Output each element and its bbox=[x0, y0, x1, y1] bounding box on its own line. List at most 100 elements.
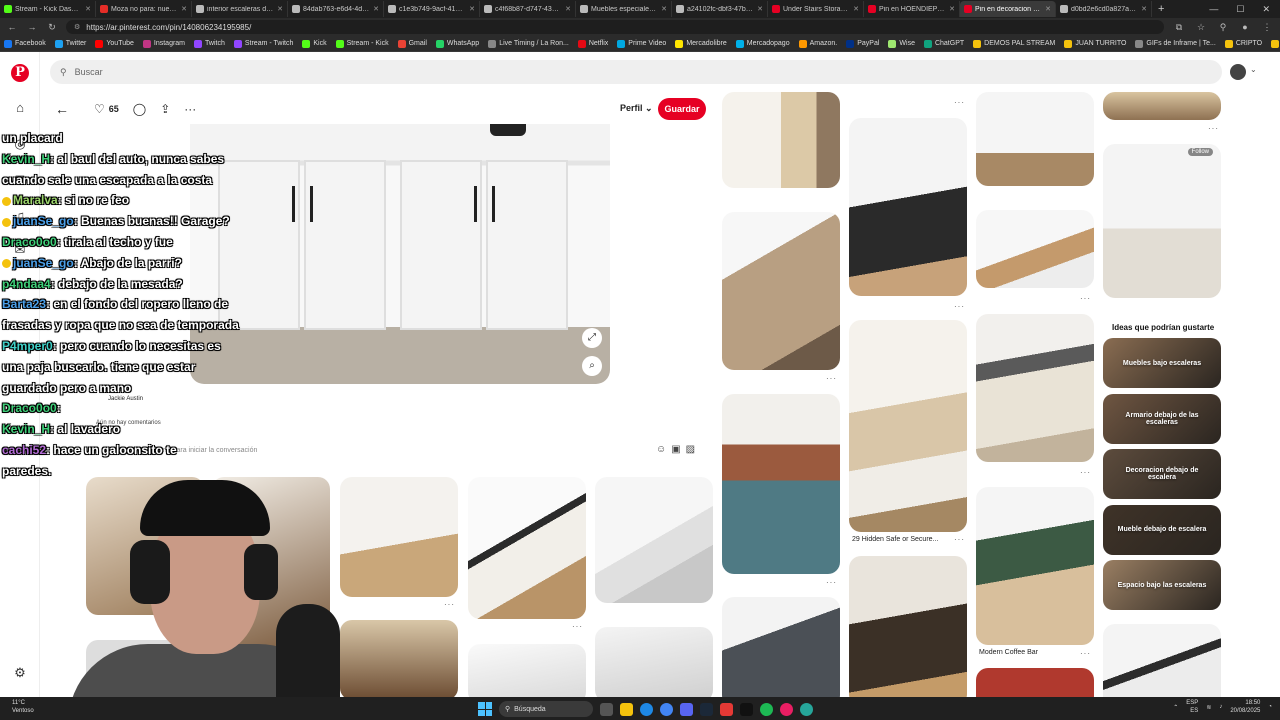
bookmark-item[interactable]: Amazon. bbox=[798, 39, 837, 48]
pin-tile[interactable] bbox=[340, 620, 458, 697]
browser-tab[interactable]: 84dab763-e6d4-4d4f-9 ✕ bbox=[288, 1, 384, 17]
pinterest-logo-icon[interactable]: P bbox=[11, 64, 29, 82]
browser-tab[interactable]: Muebles especiales bajo✕ bbox=[576, 1, 672, 17]
clock[interactable]: 18:50 20/08/2025 bbox=[1230, 699, 1260, 715]
task-view-icon[interactable] bbox=[600, 702, 613, 716]
bookmark-item[interactable]: CRIPTO bbox=[1224, 39, 1262, 48]
pin-tile[interactable] bbox=[976, 668, 1094, 697]
visual-search-icon[interactable]: ⌕ bbox=[582, 356, 602, 376]
browser-tab[interactable]: c4f68b87-d747-437a-b ✕ bbox=[480, 1, 576, 17]
browser-tab[interactable]: Under Stairs Storage Sol✕ bbox=[768, 1, 864, 17]
edge-browser-icon[interactable] bbox=[640, 702, 653, 716]
browser-tab[interactable]: Moza no para: nuevos v✕ bbox=[96, 1, 192, 17]
chevron-down-icon[interactable]: ⌄ bbox=[1250, 65, 1257, 74]
wifi-icon[interactable]: ≋ bbox=[1206, 704, 1211, 711]
pin-tile[interactable]: Follow bbox=[1103, 144, 1221, 298]
tab-close-icon[interactable]: ✕ bbox=[85, 5, 91, 13]
idea-card[interactable]: Espacio bajo las escaleras bbox=[1103, 560, 1221, 610]
tab-close-icon[interactable]: ✕ bbox=[1141, 5, 1147, 13]
profile-icon[interactable]: ● bbox=[1238, 22, 1252, 32]
url-field[interactable]: ⚙ https://ar.pinterest.com/pin/140806234… bbox=[66, 20, 1164, 34]
more-options-button[interactable]: ··· bbox=[184, 102, 196, 116]
tab-close-icon[interactable]: ✕ bbox=[949, 5, 955, 13]
bookmark-item[interactable]: ChatGPT bbox=[923, 39, 964, 48]
pin-tile[interactable] bbox=[722, 212, 840, 370]
spotify-icon[interactable] bbox=[760, 702, 773, 716]
search-input[interactable]: Buscar bbox=[75, 67, 103, 77]
pin-title[interactable]: 29 Hidden Safe or Secure... bbox=[852, 536, 938, 543]
pin-tile[interactable] bbox=[595, 477, 713, 603]
pin-tile[interactable] bbox=[976, 314, 1094, 462]
bookmark-item[interactable]: Instagram bbox=[142, 39, 185, 48]
tab-close-icon[interactable]: ✕ bbox=[277, 5, 283, 13]
browser-tab[interactable]: c1e3b749-9acf-416b-9 ✕ bbox=[384, 1, 480, 17]
tab-close-icon[interactable]: ✕ bbox=[469, 5, 475, 13]
idea-card[interactable]: Armario debajo de las escaleras bbox=[1103, 393, 1221, 444]
avatar[interactable] bbox=[1230, 64, 1246, 80]
share-button[interactable]: ⇪ bbox=[160, 102, 170, 116]
bookmark-item[interactable]: Live Timing / La Ron... bbox=[488, 39, 569, 48]
pin-tile[interactable] bbox=[340, 477, 458, 597]
pin-more-dots-icon[interactable]: ··· bbox=[954, 98, 965, 107]
pin-tile[interactable] bbox=[468, 477, 586, 619]
tray-chevron-icon[interactable]: ⌃ bbox=[1173, 704, 1178, 711]
pin-more-dots-icon[interactable]: ··· bbox=[954, 535, 965, 544]
back-arrow-icon[interactable]: ← bbox=[50, 101, 74, 117]
pin-tile[interactable] bbox=[976, 487, 1094, 645]
tab-close-icon[interactable]: ✕ bbox=[853, 5, 859, 13]
pin-more-dots-icon[interactable]: ··· bbox=[444, 600, 455, 609]
home-icon[interactable]: ⌂ bbox=[12, 100, 28, 116]
idea-card[interactable]: Mueble debajo de escalera bbox=[1103, 504, 1221, 555]
back-arrow-icon[interactable]: ← bbox=[6, 22, 18, 32]
expand-icon[interactable]: ⤢ bbox=[582, 328, 602, 348]
pin-tile[interactable] bbox=[468, 644, 586, 697]
bookmark-item[interactable]: PayPal bbox=[846, 39, 879, 48]
pin-tile[interactable] bbox=[849, 118, 967, 296]
tab-close-icon[interactable]: ✕ bbox=[181, 5, 187, 13]
like-button[interactable]: ♡ 65 bbox=[94, 102, 119, 116]
translate-icon[interactable]: ⧉ bbox=[1172, 22, 1186, 33]
app-icon[interactable] bbox=[740, 702, 753, 716]
extensions-icon[interactable]: ⚲ bbox=[1216, 22, 1230, 33]
maximize-icon[interactable]: ☐ bbox=[1236, 4, 1244, 15]
bookmark-item[interactable]: Facebook bbox=[4, 39, 46, 48]
bookmark-item[interactable]: YouTube bbox=[95, 39, 134, 48]
taskbar-search[interactable]: ⚲ Búsqueda bbox=[499, 701, 593, 717]
bookmark-item[interactable]: Stream - Kick bbox=[335, 39, 389, 48]
windows-start-icon[interactable] bbox=[478, 702, 492, 716]
close-icon[interactable]: ✕ bbox=[1262, 4, 1270, 15]
browser-tab[interactable]: Pin en HOENDIEPHOME✕ bbox=[864, 1, 960, 17]
browser-tab[interactable]: Stream - Kick Dashboard✕ bbox=[0, 1, 96, 17]
obs-icon[interactable] bbox=[720, 702, 733, 716]
save-button[interactable]: Guardar bbox=[658, 98, 706, 120]
settings-gear-icon[interactable]: ⚙ bbox=[12, 665, 28, 681]
browser-tab[interactable]: Pin en decoracion escal ✕ bbox=[960, 1, 1056, 17]
bookmark-item[interactable]: aires bbox=[1271, 39, 1280, 48]
emoji-icon[interactable]: ☺ bbox=[656, 444, 666, 455]
comment-button[interactable]: ◯ bbox=[133, 102, 146, 116]
bookmark-item[interactable]: Stream - Twitch bbox=[233, 39, 293, 48]
profile-dropdown[interactable]: Perfil ⌄ bbox=[620, 103, 653, 114]
search-bar[interactable]: ⚲ Buscar bbox=[50, 60, 1222, 84]
pin-more-dots-icon[interactable]: ··· bbox=[1080, 468, 1091, 477]
menu-dots-icon[interactable]: ⋮ bbox=[1260, 22, 1274, 33]
pin-more-dots-icon[interactable]: ··· bbox=[1080, 649, 1091, 658]
file-explorer-icon[interactable] bbox=[620, 702, 633, 716]
minimize-icon[interactable]: — bbox=[1209, 4, 1218, 14]
reload-icon[interactable]: ↻ bbox=[46, 22, 58, 33]
pin-tile[interactable] bbox=[976, 210, 1094, 288]
bookmark-item[interactable]: Twitch bbox=[194, 39, 225, 48]
chrome-browser-icon[interactable] bbox=[660, 702, 673, 716]
steam-icon[interactable] bbox=[700, 702, 713, 716]
bookmark-item[interactable]: JUAN TURRITO bbox=[1064, 39, 1126, 48]
pin-tile[interactable] bbox=[976, 92, 1094, 186]
bookmark-item[interactable]: Gmail bbox=[397, 39, 427, 48]
bookmark-item[interactable]: DEMOS PAL STREAM bbox=[973, 39, 1055, 48]
pin-tile[interactable] bbox=[1103, 92, 1221, 120]
discord-icon[interactable] bbox=[680, 702, 693, 716]
bookmark-item[interactable]: GIFs de Inframe | Te... bbox=[1135, 39, 1216, 48]
tab-close-icon[interactable]: ✕ bbox=[1045, 5, 1051, 13]
new-tab-icon[interactable]: + bbox=[1152, 3, 1170, 15]
weather-widget[interactable]: 11°C Ventoso bbox=[12, 699, 34, 715]
tab-close-icon[interactable]: ✕ bbox=[565, 5, 571, 13]
